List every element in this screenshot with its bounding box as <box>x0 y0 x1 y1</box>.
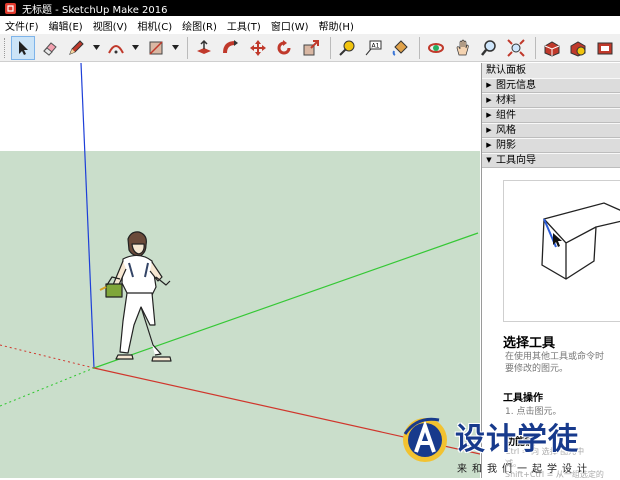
toolbar-separator <box>329 36 331 59</box>
zoom-extents-tool-button[interactable] <box>504 36 528 60</box>
pencil-tool-button[interactable] <box>64 36 88 60</box>
expand-arrow-icon: ▶ <box>486 126 492 134</box>
extension-warehouse-button[interactable] <box>567 36 591 60</box>
select-tool-button[interactable] <box>10 35 35 60</box>
menu-help[interactable]: 帮助(H) <box>314 18 359 33</box>
menu-view[interactable]: 视图(V) <box>88 18 133 33</box>
layout-send-button[interactable] <box>593 36 617 60</box>
eraser-tool-button[interactable] <box>38 36 62 60</box>
menu-window[interactable]: 窗口(W) <box>266 18 314 33</box>
sky <box>0 63 480 151</box>
rectangle-icon <box>149 40 163 55</box>
menu-bar: 文件(F) 编辑(E) 视图(V) 相机(C) 绘图(R) 工具(T) 窗口(W… <box>0 16 620 34</box>
menu-draw[interactable]: 绘图(R) <box>177 18 222 33</box>
text-label-icon: A1 <box>366 40 382 55</box>
main-toolbar: A1 <box>0 34 620 62</box>
panel-label: 材料 <box>496 95 516 106</box>
description-line: 在使用其他工具或命令时 <box>505 352 605 362</box>
expand-arrow-icon: ▶ <box>486 81 492 89</box>
panel-shadows[interactable]: ▶ 阴影 <box>482 138 620 153</box>
orbit-icon <box>427 42 444 53</box>
rectangle-tool-button[interactable] <box>144 36 168 60</box>
select-arrow-icon <box>18 40 28 55</box>
arc-tool-button[interactable] <box>104 36 128 60</box>
extension-warehouse-icon <box>570 40 586 57</box>
move-tool-button[interactable] <box>246 36 270 60</box>
chevron-down-icon <box>132 45 140 50</box>
scale-icon <box>303 39 319 55</box>
tape-measure-tool-button[interactable] <box>335 36 359 60</box>
watermark-subtext: 来和我们一起学设计 <box>457 464 592 475</box>
title-bar: 无标题 - SketchUp Make 2016 <box>0 0 620 16</box>
tape-measure-icon <box>338 40 355 56</box>
pencil-dropdown[interactable] <box>91 36 101 60</box>
warehouse-icon <box>544 40 560 57</box>
panel-label: 风格 <box>496 125 516 136</box>
panel-components[interactable]: ▶ 组件 <box>482 108 620 123</box>
toolbar-separator <box>187 36 189 59</box>
scale-tool-button[interactable] <box>299 36 323 60</box>
expand-arrow-icon: ▶ <box>486 111 492 119</box>
rotate-icon <box>277 39 291 54</box>
menu-camera[interactable]: 相机(C) <box>132 18 177 33</box>
panel-entity-info[interactable]: ▶ 图元信息 <box>482 78 620 93</box>
paint-bucket-icon <box>392 39 408 56</box>
arc-icon <box>108 44 124 53</box>
panel-label: 工具向导 <box>496 155 536 166</box>
watermark-logo-icon <box>403 417 447 462</box>
push-pull-icon <box>197 39 212 54</box>
move-icon <box>249 39 266 56</box>
menu-file[interactable]: 文件(F) <box>0 18 44 33</box>
instructor-illustration <box>503 180 620 322</box>
description-line: 要修改的图元。 <box>505 364 569 374</box>
pan-tool-button[interactable] <box>451 36 475 60</box>
instructor-title: 选择工具 <box>503 336 556 351</box>
select-demo-image <box>541 202 620 280</box>
panel-label: 图元信息 <box>496 80 536 91</box>
panel-materials[interactable]: ▶ 材料 <box>482 93 620 108</box>
tray-title: 默认面板 <box>482 63 620 78</box>
3d-warehouse-button[interactable] <box>540 36 564 60</box>
follow-me-icon <box>222 39 238 53</box>
pan-hand-icon <box>456 39 469 55</box>
zoom-tool-button[interactable] <box>477 36 501 60</box>
expand-arrow-icon: ▶ <box>486 96 492 104</box>
layout-icon <box>597 42 613 54</box>
eraser-icon <box>42 41 57 56</box>
instructor-description: 在使用其他工具或命令时 要修改的图元。 <box>505 351 617 375</box>
toolbar-separator <box>419 36 420 59</box>
panel-instructor[interactable]: ▼ 工具向导 <box>482 153 620 168</box>
panel-label: 阴影 <box>496 140 516 151</box>
push-pull-tool-button[interactable] <box>192 36 216 60</box>
chevron-down-icon <box>171 45 179 50</box>
rectangle-dropdown[interactable] <box>170 36 180 60</box>
rotate-tool-button[interactable] <box>272 36 296 60</box>
zoom-extents-icon <box>507 38 525 57</box>
watermark-text: 设计学徒 <box>455 422 579 457</box>
svg-text:A1: A1 <box>372 42 380 49</box>
tool-operations-heading: 工具操作 <box>503 393 543 404</box>
watermark: 设计学徒 来和我们一起学设计 <box>399 408 619 478</box>
toolbar-grip[interactable] <box>4 37 7 58</box>
text-tool-button[interactable]: A1 <box>362 36 386 60</box>
chevron-down-icon <box>92 45 100 50</box>
expand-arrow-icon: ▶ <box>486 141 492 149</box>
menu-edit[interactable]: 编辑(E) <box>44 18 88 33</box>
panel-styles[interactable]: ▶ 风格 <box>482 123 620 138</box>
window-title: 无标题 - SketchUp Make 2016 <box>22 4 168 16</box>
menu-tools[interactable]: 工具(T) <box>222 18 266 33</box>
zoom-magnifier-icon <box>481 39 497 56</box>
collapse-arrow-icon: ▼ <box>486 156 492 164</box>
pencil-icon <box>69 39 85 55</box>
paint-bucket-tool-button[interactable] <box>388 36 412 60</box>
orbit-tool-button[interactable] <box>424 36 448 60</box>
follow-me-tool-button[interactable] <box>219 36 243 60</box>
panel-label: 组件 <box>496 110 516 121</box>
toolbar-separator <box>534 36 536 59</box>
sketchup-logo-icon <box>5 2 16 14</box>
arc-dropdown[interactable] <box>131 36 141 60</box>
